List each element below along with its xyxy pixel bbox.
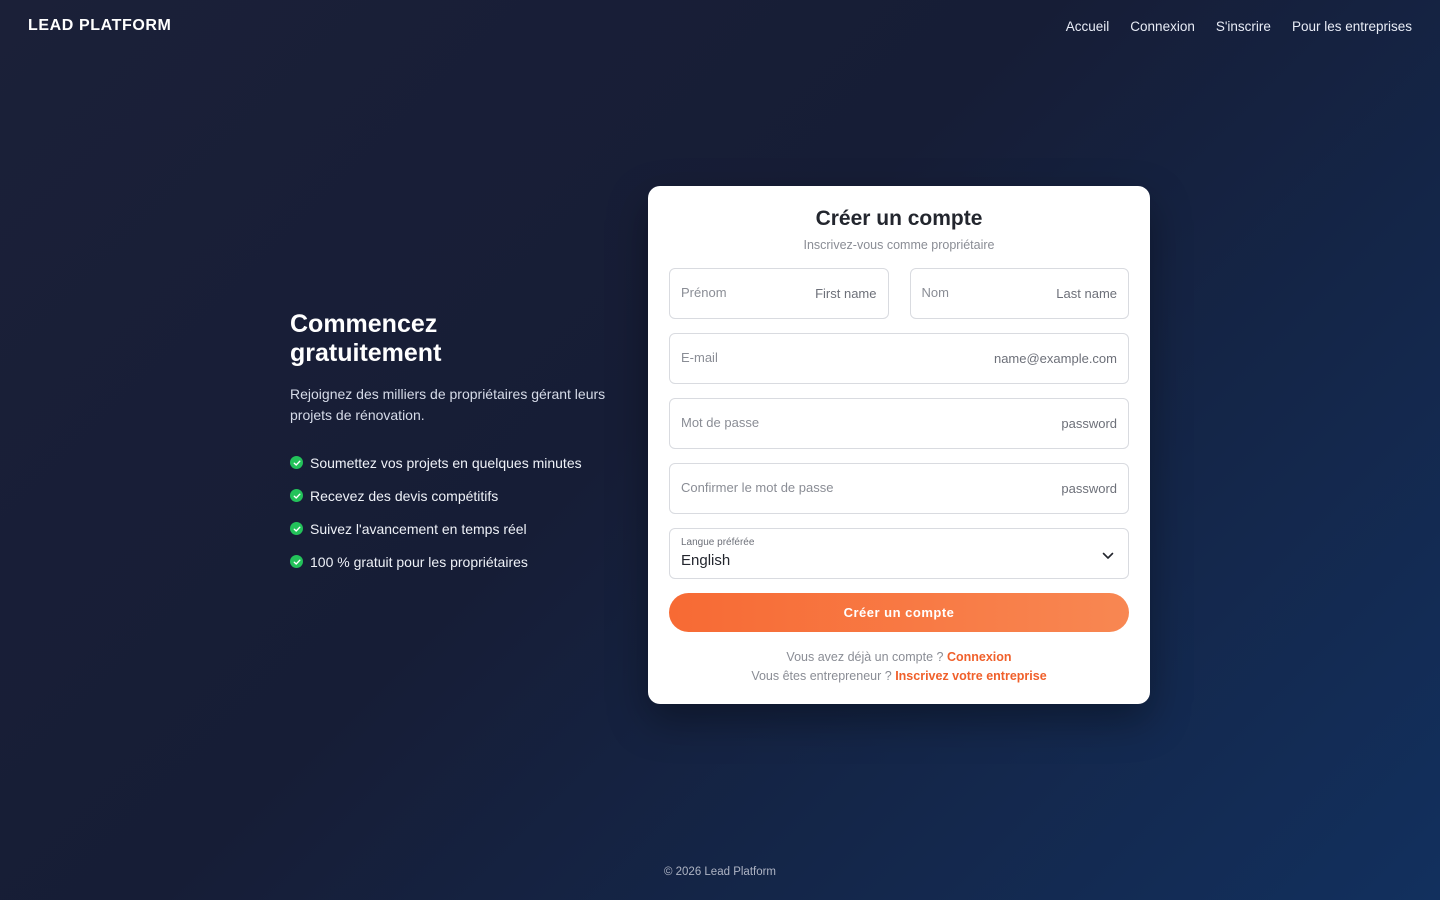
business-prompt: Vous êtes entrepreneur ? bbox=[751, 669, 892, 683]
feature-item: Suivez l'avancement en temps réel bbox=[290, 512, 630, 545]
check-circle-icon bbox=[290, 456, 303, 469]
check-circle-icon bbox=[290, 489, 303, 502]
hero-title: Commencez gratuitement bbox=[290, 310, 630, 368]
hero-section: Commencez gratuitement Rejoignez des mil… bbox=[290, 310, 630, 578]
login-link[interactable]: Connexion bbox=[947, 650, 1012, 664]
feature-text: Suivez l'avancement en temps réel bbox=[310, 520, 527, 537]
nav-signup[interactable]: S'inscrire bbox=[1216, 19, 1271, 34]
confirm-password-field[interactable]: Confirmer le mot de passe bbox=[669, 463, 1129, 514]
first-name-field[interactable]: Prénom bbox=[669, 268, 889, 319]
form-title: Créer un compte bbox=[815, 207, 983, 230]
feature-list: Soumettez vos projets en quelques minute… bbox=[290, 446, 630, 578]
create-account-button[interactable]: Créer un compte bbox=[669, 593, 1129, 632]
feature-item: Soumettez vos projets en quelques minute… bbox=[290, 446, 630, 479]
business-signup-link[interactable]: Inscrivez votre entreprise bbox=[895, 669, 1046, 683]
nav-business[interactable]: Pour les entreprises bbox=[1292, 19, 1412, 34]
last-name-input[interactable] bbox=[937, 286, 1117, 301]
confirm-password-label: Confirmer le mot de passe bbox=[681, 480, 834, 495]
hero-title-line1: Commencez bbox=[290, 310, 438, 338]
hero-description: Rejoignez des milliers de propriétaires … bbox=[290, 386, 606, 423]
name-row: Prénom Nom bbox=[669, 268, 1129, 319]
feature-item: 100 % gratuit pour les propriétaires bbox=[290, 545, 630, 578]
feature-text: 100 % gratuit pour les propriétaires bbox=[310, 553, 528, 570]
language-select[interactable]: Langue préférée English bbox=[669, 528, 1129, 579]
brand-logo[interactable]: LEAD PLATFORM bbox=[28, 17, 172, 35]
check-circle-icon bbox=[290, 522, 303, 535]
email-label: E-mail bbox=[681, 350, 718, 365]
language-label: Langue préférée bbox=[681, 537, 755, 548]
form-links: Vous avez déjà un compte ? Connexion Vou… bbox=[669, 648, 1129, 686]
top-navbar: LEAD PLATFORM Accueil Connexion S'inscri… bbox=[0, 0, 1440, 52]
footer: © 2026 Lead Platform bbox=[0, 866, 1440, 878]
hero-title-line2: gratuitement bbox=[290, 339, 442, 367]
business-prompt-row: Vous êtes entrepreneur ? Inscrivez votre… bbox=[669, 667, 1129, 686]
email-field[interactable]: E-mail bbox=[669, 333, 1129, 384]
password-input[interactable] bbox=[937, 416, 1117, 431]
check-circle-icon bbox=[290, 555, 303, 568]
nav-home[interactable]: Accueil bbox=[1066, 19, 1110, 34]
feature-text: Soumettez vos projets en quelques minute… bbox=[310, 454, 582, 471]
last-name-field[interactable]: Nom bbox=[909, 268, 1129, 319]
password-field[interactable]: Mot de passe bbox=[669, 398, 1129, 449]
copyright-text: © 2026 Lead Platform bbox=[663, 866, 777, 878]
email-input[interactable] bbox=[937, 351, 1117, 366]
password-label: Mot de passe bbox=[681, 415, 760, 430]
feature-item: Recevez des devis compétitifs bbox=[290, 479, 630, 512]
signup-card: Créer un compte Inscrivez-vous comme pro… bbox=[648, 186, 1150, 704]
confirm-password-input[interactable] bbox=[937, 481, 1117, 496]
feature-text: Recevez des devis compétitifs bbox=[310, 487, 499, 504]
chevron-down-icon bbox=[1102, 548, 1114, 566]
main-nav: Accueil Connexion S'inscrire Pour les en… bbox=[1066, 19, 1412, 34]
nav-login[interactable]: Connexion bbox=[1130, 19, 1195, 34]
login-prompt-row: Vous avez déjà un compte ? Connexion bbox=[669, 648, 1129, 667]
login-prompt: Vous avez déjà un compte ? bbox=[786, 650, 944, 664]
first-name-input[interactable] bbox=[696, 286, 877, 301]
form-subtitle: Inscrivez-vous comme propriétaire bbox=[803, 238, 995, 252]
language-value: English bbox=[681, 552, 731, 569]
